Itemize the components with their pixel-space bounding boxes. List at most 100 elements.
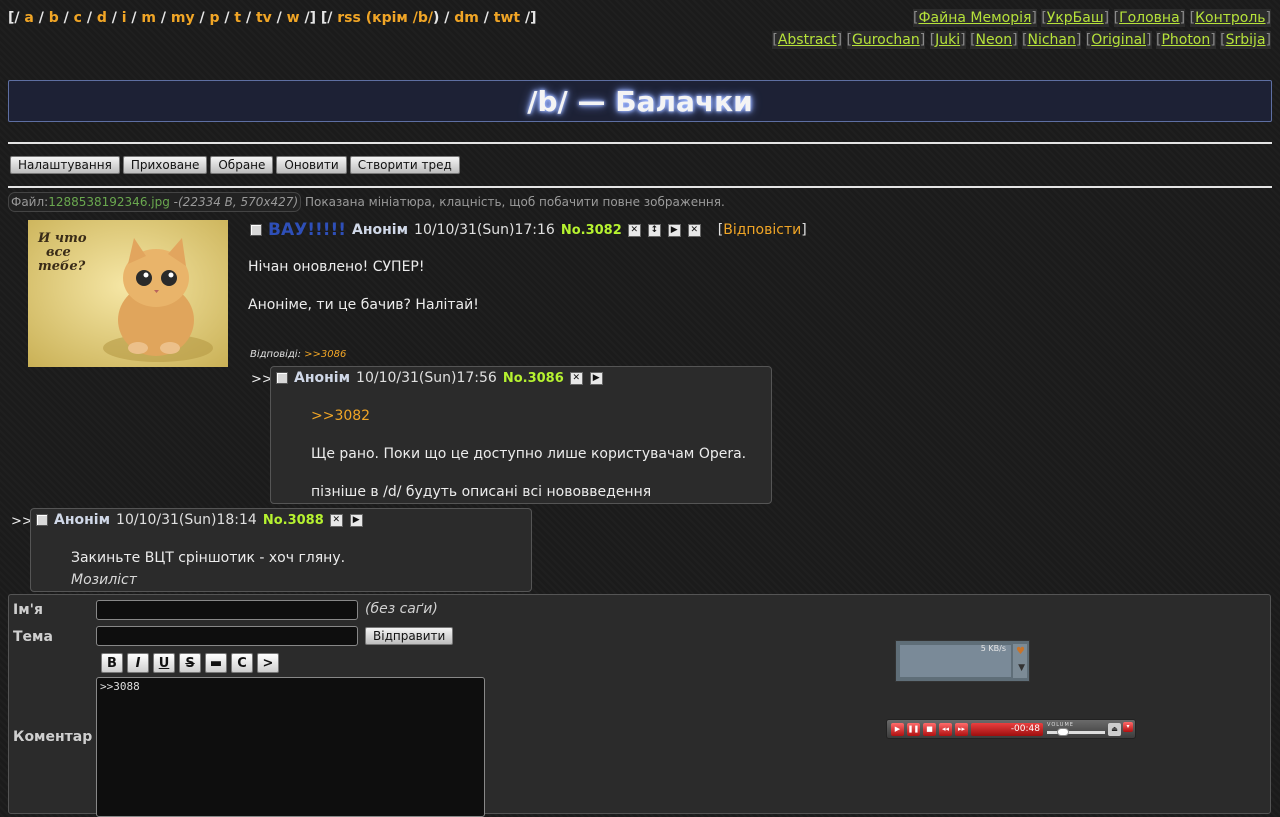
hidden-button[interactable]: Приховане bbox=[122, 156, 208, 174]
reply-select-checkbox[interactable] bbox=[276, 372, 288, 384]
close-icon[interactable]: ✕ bbox=[687, 223, 701, 237]
style-link-nichan[interactable]: Nichan bbox=[1027, 32, 1075, 48]
player-menu-icon[interactable]: ▾ bbox=[1123, 722, 1133, 732]
strike-button[interactable]: S bbox=[179, 653, 201, 673]
op-post-number[interactable]: No.3082 bbox=[561, 223, 622, 238]
board-link-d[interactable]: d bbox=[97, 10, 107, 26]
style-link-srbija[interactable]: Srbija bbox=[1226, 32, 1266, 48]
reply-post-3088: Анонім 10/10/31(Sun)18:14 No.3088 ✕ ▶ За… bbox=[30, 508, 532, 592]
op-file-hint: Показана мініатюра, клацність, щоб побач… bbox=[304, 195, 725, 209]
board-link-dm[interactable]: dm bbox=[454, 10, 479, 26]
op-file-info: Файл:1288538192346.jpg -(22334 B, 570x42… bbox=[8, 192, 725, 212]
style-link-original[interactable]: Original bbox=[1091, 32, 1146, 48]
format-toolbar: B I U S ▬ C > bbox=[101, 653, 279, 673]
style-link-neon[interactable]: Neon bbox=[976, 32, 1013, 48]
op-select-checkbox[interactable] bbox=[250, 224, 262, 236]
board-link-c[interactable]: c bbox=[74, 10, 82, 26]
reply-post-header: Анонім 10/10/31(Sun)18:14 No.3088 ✕ ▶ bbox=[36, 512, 370, 528]
speed-meter-widget: 5 KB/s ♥ ▼ bbox=[895, 640, 1030, 682]
player-time[interactable]: -00:48 bbox=[971, 723, 1043, 736]
style-link-juki[interactable]: Juki bbox=[935, 32, 960, 48]
comment-textarea[interactable]: >>3088 bbox=[96, 677, 485, 817]
board-nav: [/ a / b / c / d / i / m / my / p / t / … bbox=[8, 10, 537, 26]
hide-icon[interactable]: ✕ bbox=[329, 513, 343, 527]
board-link-my[interactable]: my bbox=[171, 10, 195, 26]
chevron-down-icon[interactable]: ▼ bbox=[1018, 663, 1025, 673]
refresh-button[interactable]: Оновити bbox=[276, 156, 347, 174]
style-link-gurochan[interactable]: Gurochan bbox=[852, 32, 920, 48]
post-form: Ім'я (без саґи) Тема Відправити B I U S … bbox=[8, 594, 1271, 817]
player-play-button[interactable]: ▶ bbox=[891, 723, 904, 736]
eject-icon[interactable]: ⏏ bbox=[1108, 723, 1121, 736]
subject-input[interactable] bbox=[96, 626, 358, 646]
op-thumbnail-image[interactable]: И что все тебе? bbox=[28, 220, 228, 367]
create-thread-button[interactable]: Створити тред bbox=[349, 156, 460, 174]
player-stop-button[interactable]: ■ bbox=[923, 723, 936, 736]
style-link-photon[interactable]: Photon bbox=[1161, 32, 1210, 48]
op-subject: ВАУ!!!!! bbox=[268, 220, 346, 240]
name-label: Ім'я bbox=[13, 602, 43, 618]
board-link-t[interactable]: t bbox=[234, 10, 241, 26]
hide-icon[interactable]: ✕ bbox=[569, 371, 583, 385]
op-post-header: ВАУ!!!!! Анонім 10/10/31(Sun)17:16 No.30… bbox=[250, 220, 807, 240]
op-file-link[interactable]: 1288538192346.jpg bbox=[48, 195, 170, 209]
quote-button[interactable]: > bbox=[257, 653, 279, 673]
kitten-thumbnail-icon: И что все тебе? bbox=[28, 220, 228, 367]
board-link-p[interactable]: p bbox=[209, 10, 219, 26]
player-next-button[interactable]: ▸▸ bbox=[955, 723, 968, 736]
reply-post-number[interactable]: No.3086 bbox=[503, 371, 564, 386]
play-icon[interactable]: ▶ bbox=[589, 371, 603, 385]
op-reply-ref-link[interactable]: >>3086 bbox=[304, 349, 346, 360]
reply-post-number[interactable]: No.3088 bbox=[263, 513, 324, 528]
action-bar: Налаштування Приховане Обране Оновити Ст… bbox=[10, 156, 460, 174]
op-replies: Відповіді: >>3086 bbox=[250, 349, 347, 360]
board-link-b[interactable]: b bbox=[49, 10, 59, 26]
subject-label: Тема bbox=[13, 629, 53, 645]
favorites-button[interactable]: Обране bbox=[210, 156, 274, 174]
player-pause-button[interactable]: ❚❚ bbox=[907, 723, 920, 736]
board-link-twt[interactable]: twt bbox=[494, 10, 520, 26]
link-ukrbash[interactable]: УкрБаш bbox=[1047, 10, 1104, 26]
board-link-a[interactable]: a bbox=[24, 10, 33, 26]
nav-bracket: [/ bbox=[8, 10, 20, 26]
expand-icon[interactable]: ↕ bbox=[647, 223, 661, 237]
italic-button[interactable]: I bbox=[127, 653, 149, 673]
link-home[interactable]: Головна bbox=[1119, 10, 1180, 26]
name-input[interactable] bbox=[96, 600, 358, 620]
reply-message-line: пізніше в /d/ будуть описані всі нововве… bbox=[311, 484, 652, 500]
underline-button[interactable]: U bbox=[153, 653, 175, 673]
op-poster-name: Анонім bbox=[352, 222, 409, 238]
media-player-widget: ▶ ❚❚ ■ ◂◂ ▸▸ -00:48 VOLUME ⏏ ▾ bbox=[886, 719, 1136, 739]
player-volume-knob[interactable] bbox=[1057, 728, 1069, 736]
board-link-w[interactable]: w bbox=[287, 10, 300, 26]
nosage-label[interactable]: (без саґи) bbox=[365, 601, 438, 617]
board-link-rss-except-b[interactable]: крім /b/ bbox=[372, 10, 433, 26]
reply-select-checkbox[interactable] bbox=[36, 514, 48, 526]
code-button[interactable]: C bbox=[231, 653, 253, 673]
player-volume-slider[interactable] bbox=[1047, 731, 1105, 734]
op-reply-link[interactable]: [Відповісти] bbox=[718, 222, 807, 238]
link-faina-memoriia[interactable]: Файна Меморія bbox=[918, 10, 1031, 26]
style-link-abstract[interactable]: Abstract bbox=[778, 32, 837, 48]
reply-quote-link[interactable]: >>3082 bbox=[311, 408, 370, 424]
board-link-m[interactable]: m bbox=[141, 10, 156, 26]
bold-button[interactable]: B bbox=[101, 653, 123, 673]
reply-poster-name: Анонім bbox=[294, 370, 351, 386]
settings-button[interactable]: Налаштування bbox=[10, 156, 120, 174]
divider bbox=[8, 142, 1272, 144]
reply-message-line: Закиньте ВЦТ сріншотик - хоч гляну. bbox=[71, 550, 346, 566]
op-post-date: 10/10/31(Sun)17:16 bbox=[414, 222, 555, 238]
board-logo-title: /b/ — Балачки bbox=[8, 80, 1272, 122]
link-control[interactable]: Контроль bbox=[1195, 10, 1265, 26]
player-prev-button[interactable]: ◂◂ bbox=[939, 723, 952, 736]
submit-button[interactable]: Відправити bbox=[365, 627, 454, 645]
reply-post-date: 10/10/31(Sun)18:14 bbox=[116, 512, 257, 528]
spoiler-button[interactable]: ▬ bbox=[205, 653, 227, 673]
play-icon[interactable]: ▶ bbox=[667, 223, 681, 237]
play-icon[interactable]: ▶ bbox=[349, 513, 363, 527]
heart-icon[interactable]: ♥ bbox=[1016, 646, 1025, 657]
board-link-tv[interactable]: tv bbox=[256, 10, 272, 26]
board-link-rss[interactable]: rss bbox=[337, 10, 361, 26]
hide-icon[interactable]: ✕ bbox=[627, 223, 641, 237]
board-link-i[interactable]: i bbox=[122, 10, 127, 26]
